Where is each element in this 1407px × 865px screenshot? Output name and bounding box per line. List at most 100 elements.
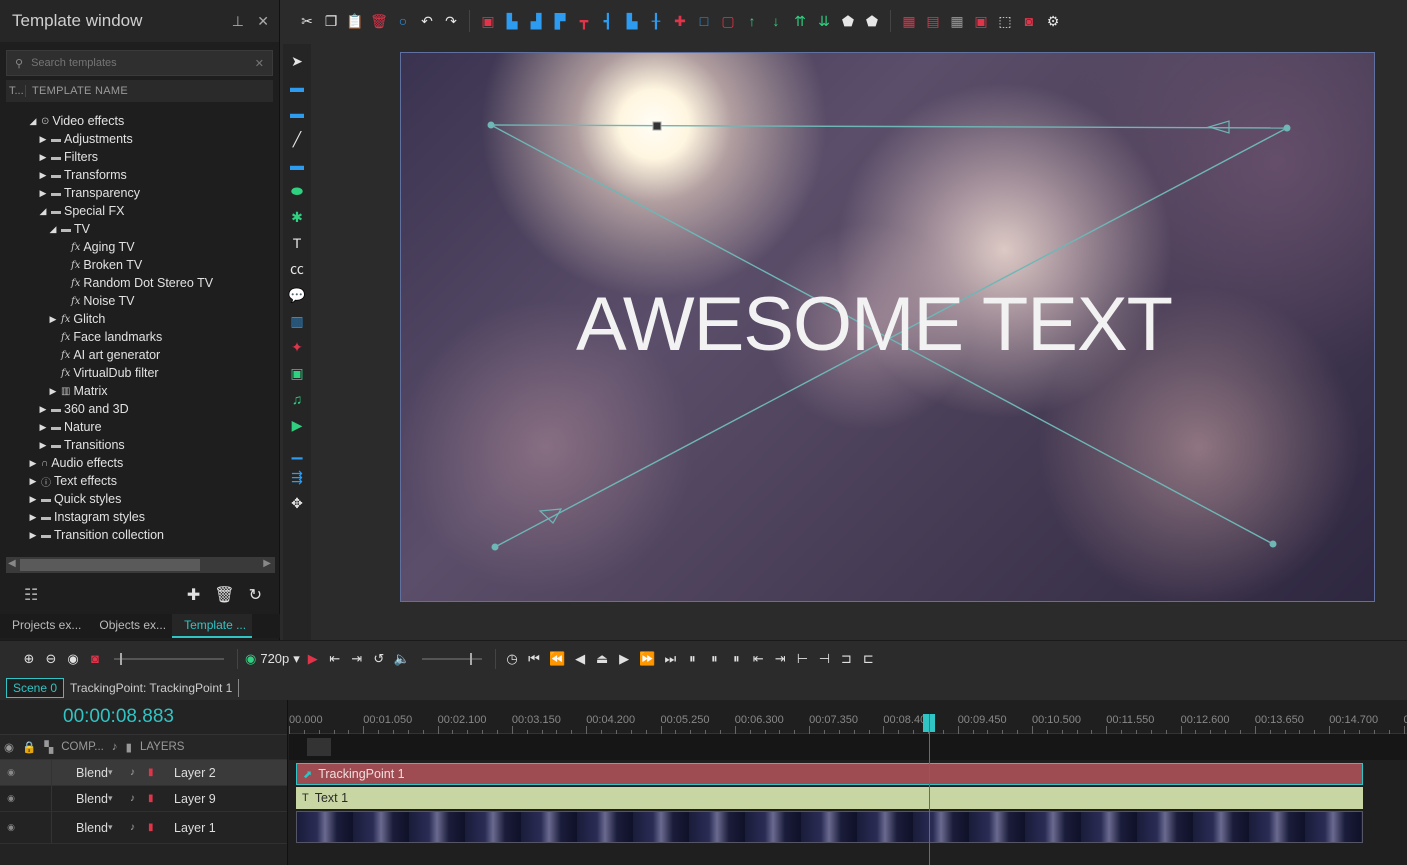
tree-item[interactable]: ◢ ▬ TV [6, 220, 275, 238]
align-left-icon[interactable]: ┳ [574, 11, 594, 31]
collapsed-arrow-icon[interactable]: ▶ [28, 458, 38, 469]
group-icon[interactable]: ⬟ [838, 11, 858, 31]
expanded-arrow-icon[interactable]: ◢ [38, 206, 48, 217]
blend-mode[interactable]: Blend [52, 766, 108, 780]
expanded-arrow-icon[interactable]: ◢ [28, 116, 38, 127]
preview-text-object[interactable]: AWESOME TEXT [576, 281, 1173, 368]
expanded-arrow-icon[interactable]: ◢ [48, 224, 58, 235]
tree-item[interactable]: 𝑓x VirtualDub filter [6, 364, 275, 382]
close-icon[interactable]: ✕ [257, 13, 269, 29]
settings-gear-icon[interactable]: ⚙ [1043, 11, 1063, 31]
audio-tool-icon[interactable]: ♫ [286, 388, 308, 410]
clock-icon[interactable]: ◷ [503, 649, 521, 669]
snap-grid-icon[interactable]: ▤ [923, 11, 943, 31]
snap-right-icon[interactable]: ⊣ [815, 649, 833, 669]
split-left-icon[interactable]: ⏸ [705, 649, 723, 669]
tree-item[interactable]: 𝑓x AI art generator [6, 346, 275, 364]
tree-item[interactable]: ◢ ⊙ Video effects [6, 112, 275, 130]
send-back-icon[interactable]: ⇊ [814, 11, 834, 31]
mask-icon[interactable]: ◙ [1019, 11, 1039, 31]
subtitle-tool-icon[interactable]: ㏄ [286, 258, 308, 280]
tree-item[interactable]: ▶ ▬ Transition collection [6, 526, 275, 544]
collapsed-arrow-icon[interactable]: ▶ [38, 134, 48, 145]
tree-item[interactable]: ▶ ▥ Matrix [6, 382, 275, 400]
move-down-icon[interactable]: ↓ [766, 11, 786, 31]
audio-icon[interactable]: ♪ [130, 822, 148, 833]
circle-icon[interactable]: ○ [393, 11, 413, 31]
lock-toggle[interactable] [22, 812, 52, 843]
zoom-in-icon[interactable]: ⊕ [20, 649, 38, 669]
spectrum-tool-icon[interactable]: ▁ [286, 440, 308, 462]
collapsed-arrow-icon[interactable]: ▶ [38, 422, 48, 433]
loop-end-icon[interactable]: ⇥ [348, 649, 366, 669]
scroll-right-icon[interactable]: ▶ [263, 558, 271, 569]
prev-frame-icon[interactable]: ◀ [571, 649, 589, 669]
delete-object-icon[interactable]: 🗑 [369, 11, 389, 31]
ellipse-tool-icon[interactable]: ⬬ [286, 180, 308, 202]
video-object-icon[interactable]: ▬ [286, 76, 308, 98]
select-all-icon[interactable]: ▣ [478, 11, 498, 31]
layer-row[interactable]: ◉ Blend ▾ ♪ ▮ Layer 2 [0, 760, 287, 786]
marker-icon[interactable]: ⏏ [593, 649, 611, 669]
tree-item[interactable]: ◢ ▬ Special FX [6, 202, 275, 220]
animation-tool-icon[interactable]: ✦ [286, 336, 308, 358]
tree-item[interactable]: ▶ ⓘ Text effects [6, 472, 275, 490]
align-bottom-icon[interactable]: ▙ [502, 11, 522, 31]
copy-icon[interactable]: ❐ [321, 11, 341, 31]
tree-item[interactable]: ▶ 𝑓x Glitch [6, 310, 275, 328]
tracking-point-handle[interactable] [1283, 124, 1291, 132]
video-preview[interactable]: AWESOME TEXT [400, 52, 1375, 602]
move-up-icon[interactable]: ↑ [742, 11, 762, 31]
collapsed-arrow-icon[interactable]: ▶ [38, 404, 48, 415]
align-center-icon[interactable]: ▟ [526, 11, 546, 31]
volume-slider[interactable] [421, 652, 482, 665]
sprite-icon[interactable]: ▬ [286, 102, 308, 124]
video-tool-icon[interactable]: ▶ [286, 414, 308, 436]
play-red-icon[interactable]: ▶ [304, 649, 322, 669]
trim-start-icon[interactable]: ⇤ [749, 649, 767, 669]
tree-item[interactable]: ▶ ▬ Transparency [6, 184, 275, 202]
move-tool-icon[interactable]: ✥ [286, 492, 308, 514]
blend-mode[interactable]: Blend [52, 792, 108, 806]
tab-objects-explorer[interactable]: Objects ex... [87, 614, 172, 638]
collapsed-arrow-icon[interactable]: ▶ [38, 170, 48, 181]
column-type[interactable]: T... [6, 85, 26, 97]
preview-resolution-dropdown[interactable]: ◉ 720p ▾ [245, 651, 300, 667]
tree-item[interactable]: 𝑓x Broken TV [6, 256, 275, 274]
layer-name[interactable]: Layer 1 [170, 821, 216, 835]
column-composition[interactable]: COMP... [57, 741, 108, 753]
redo-icon[interactable]: ↷ [441, 11, 461, 31]
motion-tracking-icon[interactable]: ⇶ [286, 466, 308, 488]
distribute-h-icon[interactable]: ┫ [598, 11, 618, 31]
clip-video-thumbnails[interactable] [296, 811, 1363, 843]
lock-toggle[interactable] [22, 760, 52, 785]
chart-tool-icon[interactable]: ▥ [286, 310, 308, 332]
tree-item[interactable]: ▶ ▬ 360 and 3D [6, 400, 275, 418]
visibility-icon[interactable]: ◉ [0, 767, 22, 778]
collapsed-arrow-icon[interactable]: ▶ [38, 152, 48, 163]
split-icon[interactable]: ⏸ [683, 649, 701, 669]
pointer-tool-icon[interactable]: ➤ [286, 50, 308, 72]
loop-icon[interactable]: ↺ [370, 649, 388, 669]
tracking-point-handle[interactable] [491, 543, 499, 551]
image-tool-icon[interactable]: ▣ [286, 362, 308, 384]
tab-scene-0[interactable]: Scene 0 [6, 678, 65, 698]
paste-icon[interactable]: 📋 [345, 11, 365, 31]
bring-front-icon[interactable]: ⇈ [790, 11, 810, 31]
trim-end-icon[interactable]: ⇥ [771, 649, 789, 669]
list-view-icon[interactable]: ☷ [24, 585, 38, 605]
ungroup-icon[interactable]: ⬟ [862, 11, 882, 31]
audio-icon[interactable]: ♪ [130, 767, 148, 778]
video-icon[interactable]: ▮ [148, 767, 170, 778]
fit-width-icon[interactable]: □ [694, 11, 714, 31]
volume-icon[interactable]: 🔈 [392, 649, 412, 669]
timeline-tracks[interactable]: 00.000 00:01.050 00:02.100 00:03.150 00:04.2… [289, 700, 1407, 865]
speech-bubble-icon[interactable]: 💬 [286, 284, 308, 306]
lock-toggle[interactable] [22, 786, 52, 811]
tree-item[interactable]: 𝑓x Random Dot Stereo TV [6, 274, 275, 292]
chevron-down-icon[interactable]: ▾ [108, 793, 130, 804]
audio-icon[interactable]: ♪ [130, 793, 148, 804]
split-right-icon[interactable]: ⏸ [727, 649, 745, 669]
distribute-v-icon[interactable]: ╂ [646, 11, 666, 31]
tab-template-window[interactable]: Template ... [172, 614, 253, 638]
